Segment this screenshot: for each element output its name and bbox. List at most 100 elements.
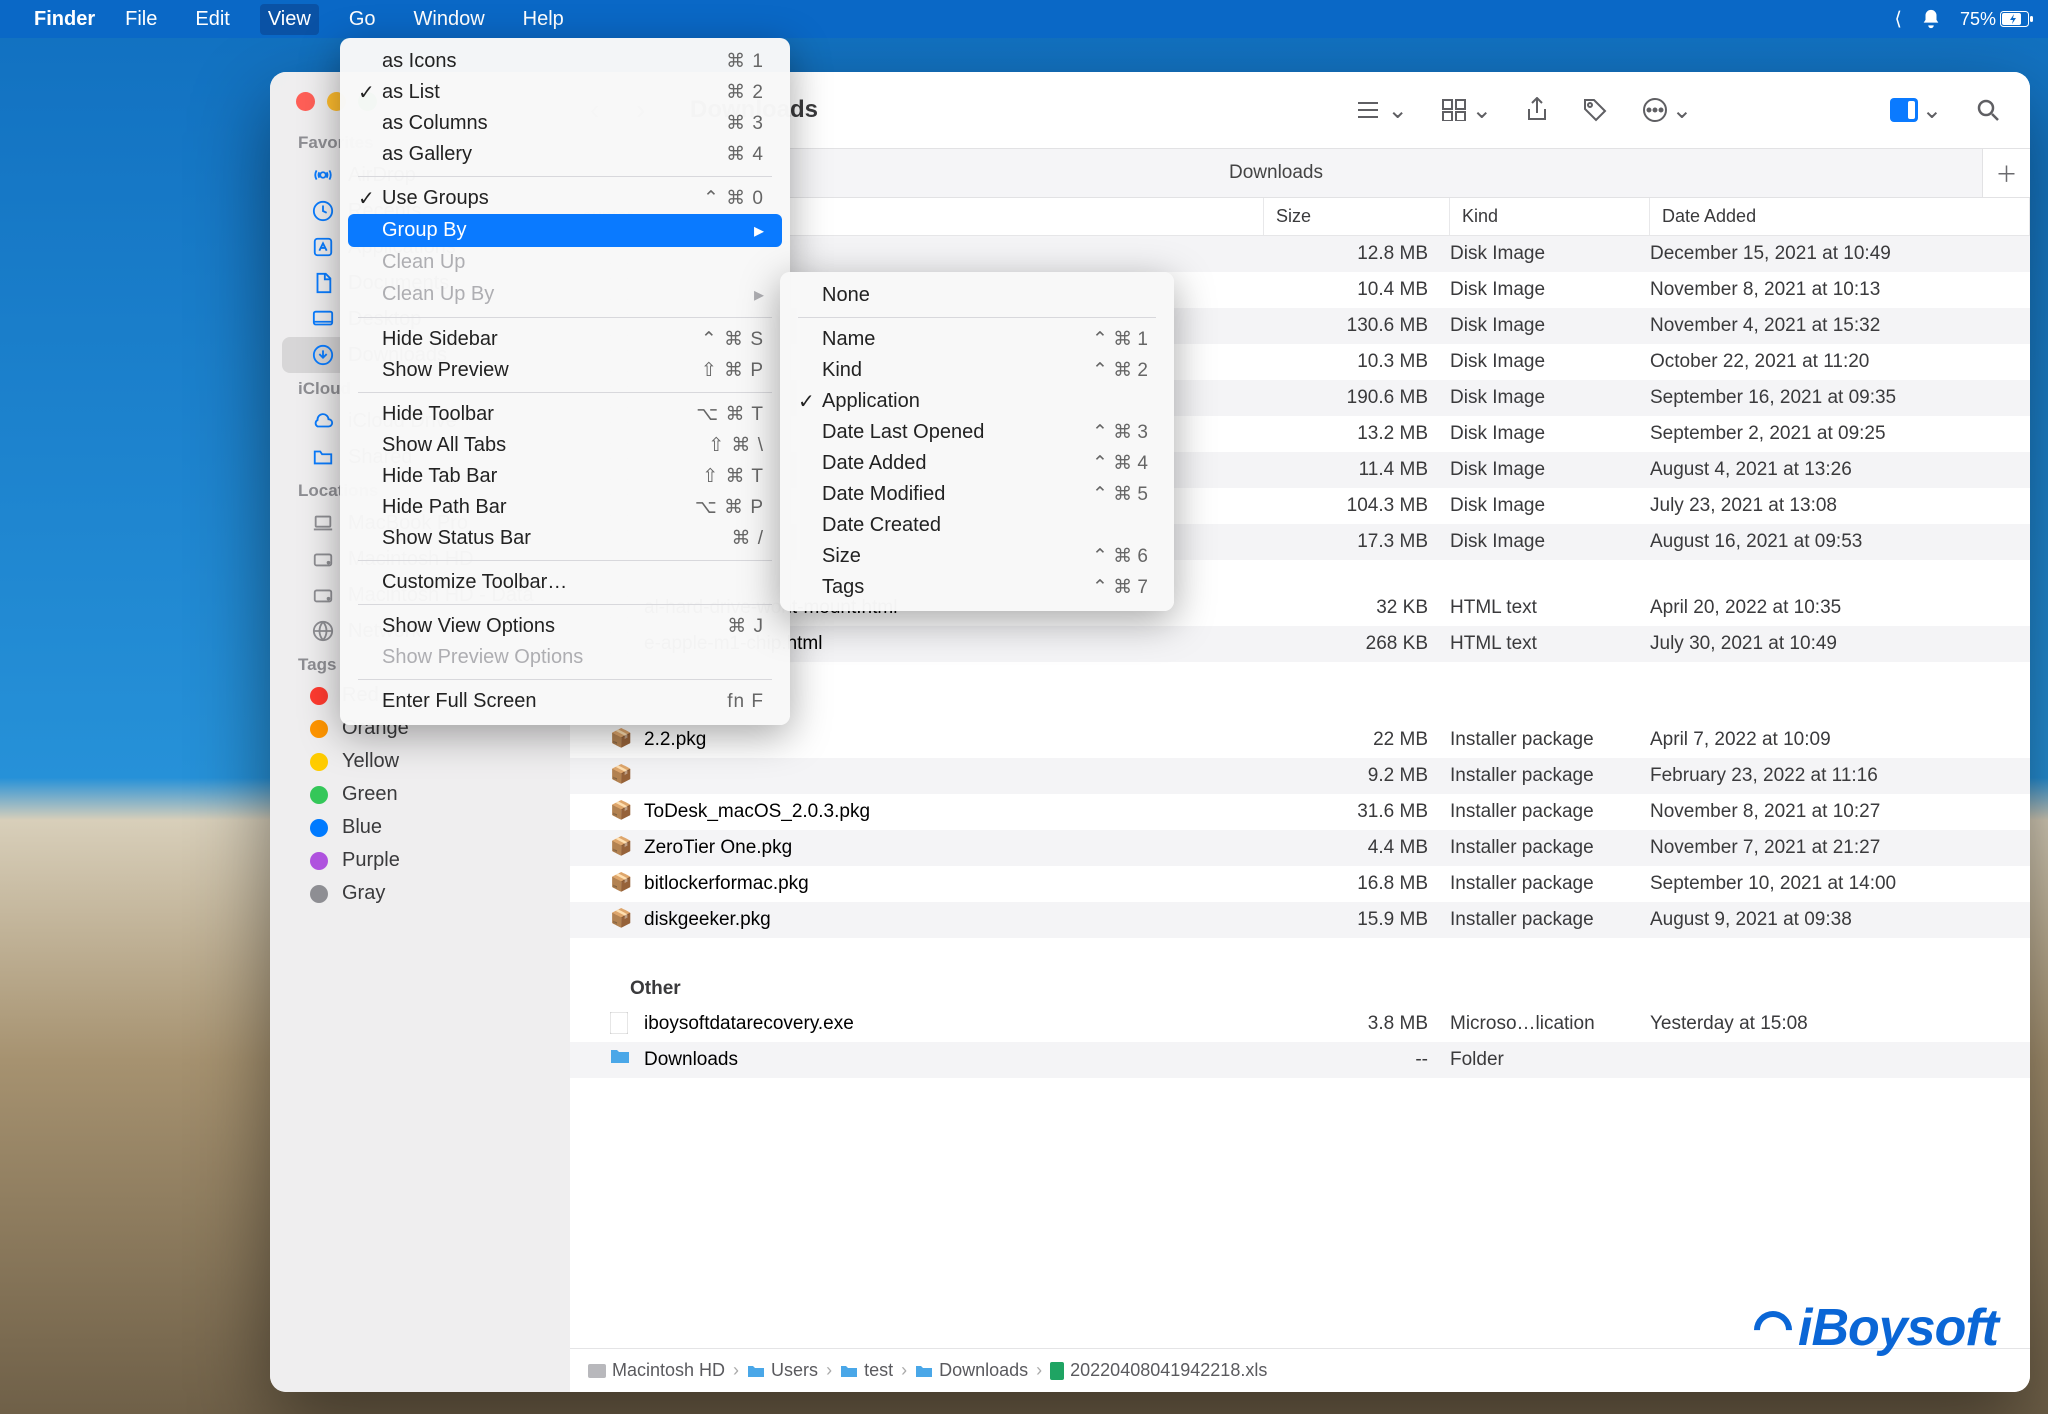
file-row[interactable]: 📦bitlockerformac.pkg16.8 MBInstaller pac… <box>570 866 2030 902</box>
menu-item-enter-full-screen[interactable]: Enter Full Screenfn F <box>348 686 782 717</box>
path-separator-icon: › <box>1036 1360 1042 1381</box>
search-button[interactable] <box>1966 94 2010 126</box>
menu-help[interactable]: Help <box>515 4 572 35</box>
tag-green[interactable]: Green <box>282 778 558 811</box>
file-row[interactable]: 📦9.2 MBInstaller packageFebruary 23, 202… <box>570 758 2030 794</box>
menu-item-clean-up-by: Clean Up By▸ <box>348 278 782 311</box>
path-icon <box>915 1364 933 1378</box>
file-icon: 📦 <box>610 872 634 896</box>
file-row[interactable]: Downloads--Folder <box>570 1042 2030 1078</box>
path-segment[interactable]: Macintosh HD <box>588 1360 725 1381</box>
file-row[interactable]: 📦diskgeeker.pkg15.9 MBInstaller packageA… <box>570 902 2030 938</box>
desktop-icon <box>310 306 336 332</box>
menu-item-show-preview[interactable]: Show Preview⇧ ⌘ P <box>348 355 782 386</box>
tag-dot-icon <box>310 885 328 903</box>
tags-button[interactable] <box>1572 93 1618 127</box>
disk-icon <box>310 582 336 608</box>
menu-item-as-icons[interactable]: as Icons⌘ 1 <box>348 46 782 77</box>
groupby-none[interactable]: None <box>788 280 1166 311</box>
file-icon: 📦 <box>610 800 634 824</box>
file-icon: 📦 <box>610 836 634 860</box>
watermark-logo: iBoysoft <box>1754 1298 1998 1358</box>
file-row[interactable]: 📦2.2.pkg22 MBInstaller packageApril 7, 2… <box>570 722 2030 758</box>
column-date[interactable]: Date Added <box>1650 198 2030 235</box>
view-menu-dropdown: as Icons⌘ 1✓as List⌘ 2as Columns⌘ 3as Ga… <box>340 38 790 725</box>
tag-purple[interactable]: Purple <box>282 844 558 877</box>
column-kind[interactable]: Kind <box>1450 198 1650 235</box>
menu-item-use-groups[interactable]: ✓Use Groups⌃ ⌘ 0 <box>348 183 782 214</box>
menu-item-show-all-tabs[interactable]: Show All Tabs⇧ ⌘ \ <box>348 430 782 461</box>
action-button[interactable]: ⌄ <box>1632 92 1702 129</box>
cloud-icon <box>310 408 336 434</box>
folder-icon <box>310 444 336 470</box>
menu-view[interactable]: View <box>260 4 319 35</box>
path-icon <box>1050 1362 1064 1380</box>
menubar: Finder File Edit View Go Window Help ⟨ 7… <box>0 0 2048 38</box>
menu-edit[interactable]: Edit <box>187 4 237 35</box>
menu-go[interactable]: Go <box>341 4 384 35</box>
submenu-arrow-icon: ▸ <box>746 218 764 243</box>
path-segment[interactable]: Users <box>747 1360 818 1381</box>
groupby-kind[interactable]: Kind⌃ ⌘ 2 <box>788 355 1166 386</box>
tag-dot-icon <box>310 687 328 705</box>
groupby-size[interactable]: Size⌃ ⌘ 6 <box>788 541 1166 572</box>
group-by-submenu: None Name⌃ ⌘ 1Kind⌃ ⌘ 2✓ApplicationDate L… <box>780 272 1174 611</box>
app-icon <box>310 234 336 260</box>
groupby-date-last-opened[interactable]: Date Last Opened⌃ ⌘ 3 <box>788 417 1166 448</box>
path-segment[interactable]: 20220408041942218.xls <box>1050 1360 1267 1381</box>
column-size[interactable]: Size <box>1264 198 1450 235</box>
menu-item-show-view-options[interactable]: Show View Options⌘ J <box>348 611 782 642</box>
disk-icon <box>310 546 336 572</box>
close-button[interactable] <box>296 92 315 111</box>
tag-dot-icon <box>310 852 328 870</box>
laptop-icon <box>310 510 336 536</box>
menu-item-as-columns[interactable]: as Columns⌘ 3 <box>348 108 782 139</box>
tag-gray[interactable]: Gray <box>282 877 558 910</box>
path-segment[interactable]: test <box>840 1360 893 1381</box>
file-icon <box>610 1012 634 1036</box>
path-segment[interactable]: Downloads <box>915 1360 1028 1381</box>
download-icon <box>310 342 336 368</box>
path-separator-icon: › <box>826 1360 832 1381</box>
groupby-date-created[interactable]: Date Created <box>788 510 1166 541</box>
groupby-date-modified[interactable]: Date Modified⌃ ⌘ 5 <box>788 479 1166 510</box>
file-row[interactable]: 📦ZeroTier One.pkg4.4 MBInstaller package… <box>570 830 2030 866</box>
checkmark-icon: ✓ <box>798 389 815 414</box>
menu-item-customize-toolbar-[interactable]: Customize Toolbar… <box>348 567 782 598</box>
new-tab-button[interactable]: ＋ <box>1982 149 2030 197</box>
preview-button[interactable]: ⌄ <box>1880 92 1952 129</box>
menu-item-as-gallery[interactable]: as Gallery⌘ 4 <box>348 139 782 170</box>
group-header-other: Other <box>570 968 2030 1006</box>
groupby-tags[interactable]: Tags⌃ ⌘ 7 <box>788 572 1166 603</box>
path-icon <box>588 1364 606 1378</box>
tag-dot-icon <box>310 753 328 771</box>
menu-item-group-by[interactable]: Group By▸ <box>348 214 782 247</box>
path-separator-icon: › <box>733 1360 739 1381</box>
tag-dot-icon <box>310 819 328 837</box>
battery-indicator[interactable]: 75% <box>1960 9 2034 30</box>
menu-item-hide-tab-bar[interactable]: Hide Tab Bar⇧ ⌘ T <box>348 461 782 492</box>
path-icon <box>840 1364 858 1378</box>
menu-window[interactable]: Window <box>406 4 493 35</box>
view-mode-button[interactable]: ⌄ <box>1346 92 1418 129</box>
file-row[interactable]: 📦ToDesk_macOS_2.0.3.pkg31.6 MBInstaller … <box>570 794 2030 830</box>
menu-item-hide-sidebar[interactable]: Hide Sidebar⌃ ⌘ S <box>348 324 782 355</box>
menu-item-show-status-bar[interactable]: Show Status Bar⌘ / <box>348 523 782 554</box>
groupby-date-added[interactable]: Date Added⌃ ⌘ 4 <box>788 448 1166 479</box>
share-button[interactable] <box>1516 93 1558 127</box>
groupby-application[interactable]: ✓Application <box>788 386 1166 417</box>
file-row[interactable]: iboysoftdatarecovery.exe3.8 MBMicroso…li… <box>570 1006 2030 1042</box>
airdrop-icon <box>310 162 336 188</box>
chevron-updown-icon: ⌄ <box>1388 96 1408 125</box>
control-center-icon[interactable]: ⟨ <box>1895 8 1902 31</box>
menu-file[interactable]: File <box>117 4 165 35</box>
app-name[interactable]: Finder <box>34 8 95 31</box>
menu-item-as-list[interactable]: ✓as List⌘ 2 <box>348 77 782 108</box>
groupby-name[interactable]: Name⌃ ⌘ 1 <box>788 324 1166 355</box>
menu-item-hide-toolbar[interactable]: Hide Toolbar⌥ ⌘ T <box>348 399 782 430</box>
group-button[interactable]: ⌄ <box>1432 92 1502 129</box>
notification-icon[interactable] <box>1920 8 1942 30</box>
tag-yellow[interactable]: Yellow <box>282 745 558 778</box>
menu-item-hide-path-bar[interactable]: Hide Path Bar⌥ ⌘ P <box>348 492 782 523</box>
tag-blue[interactable]: Blue <box>282 811 558 844</box>
